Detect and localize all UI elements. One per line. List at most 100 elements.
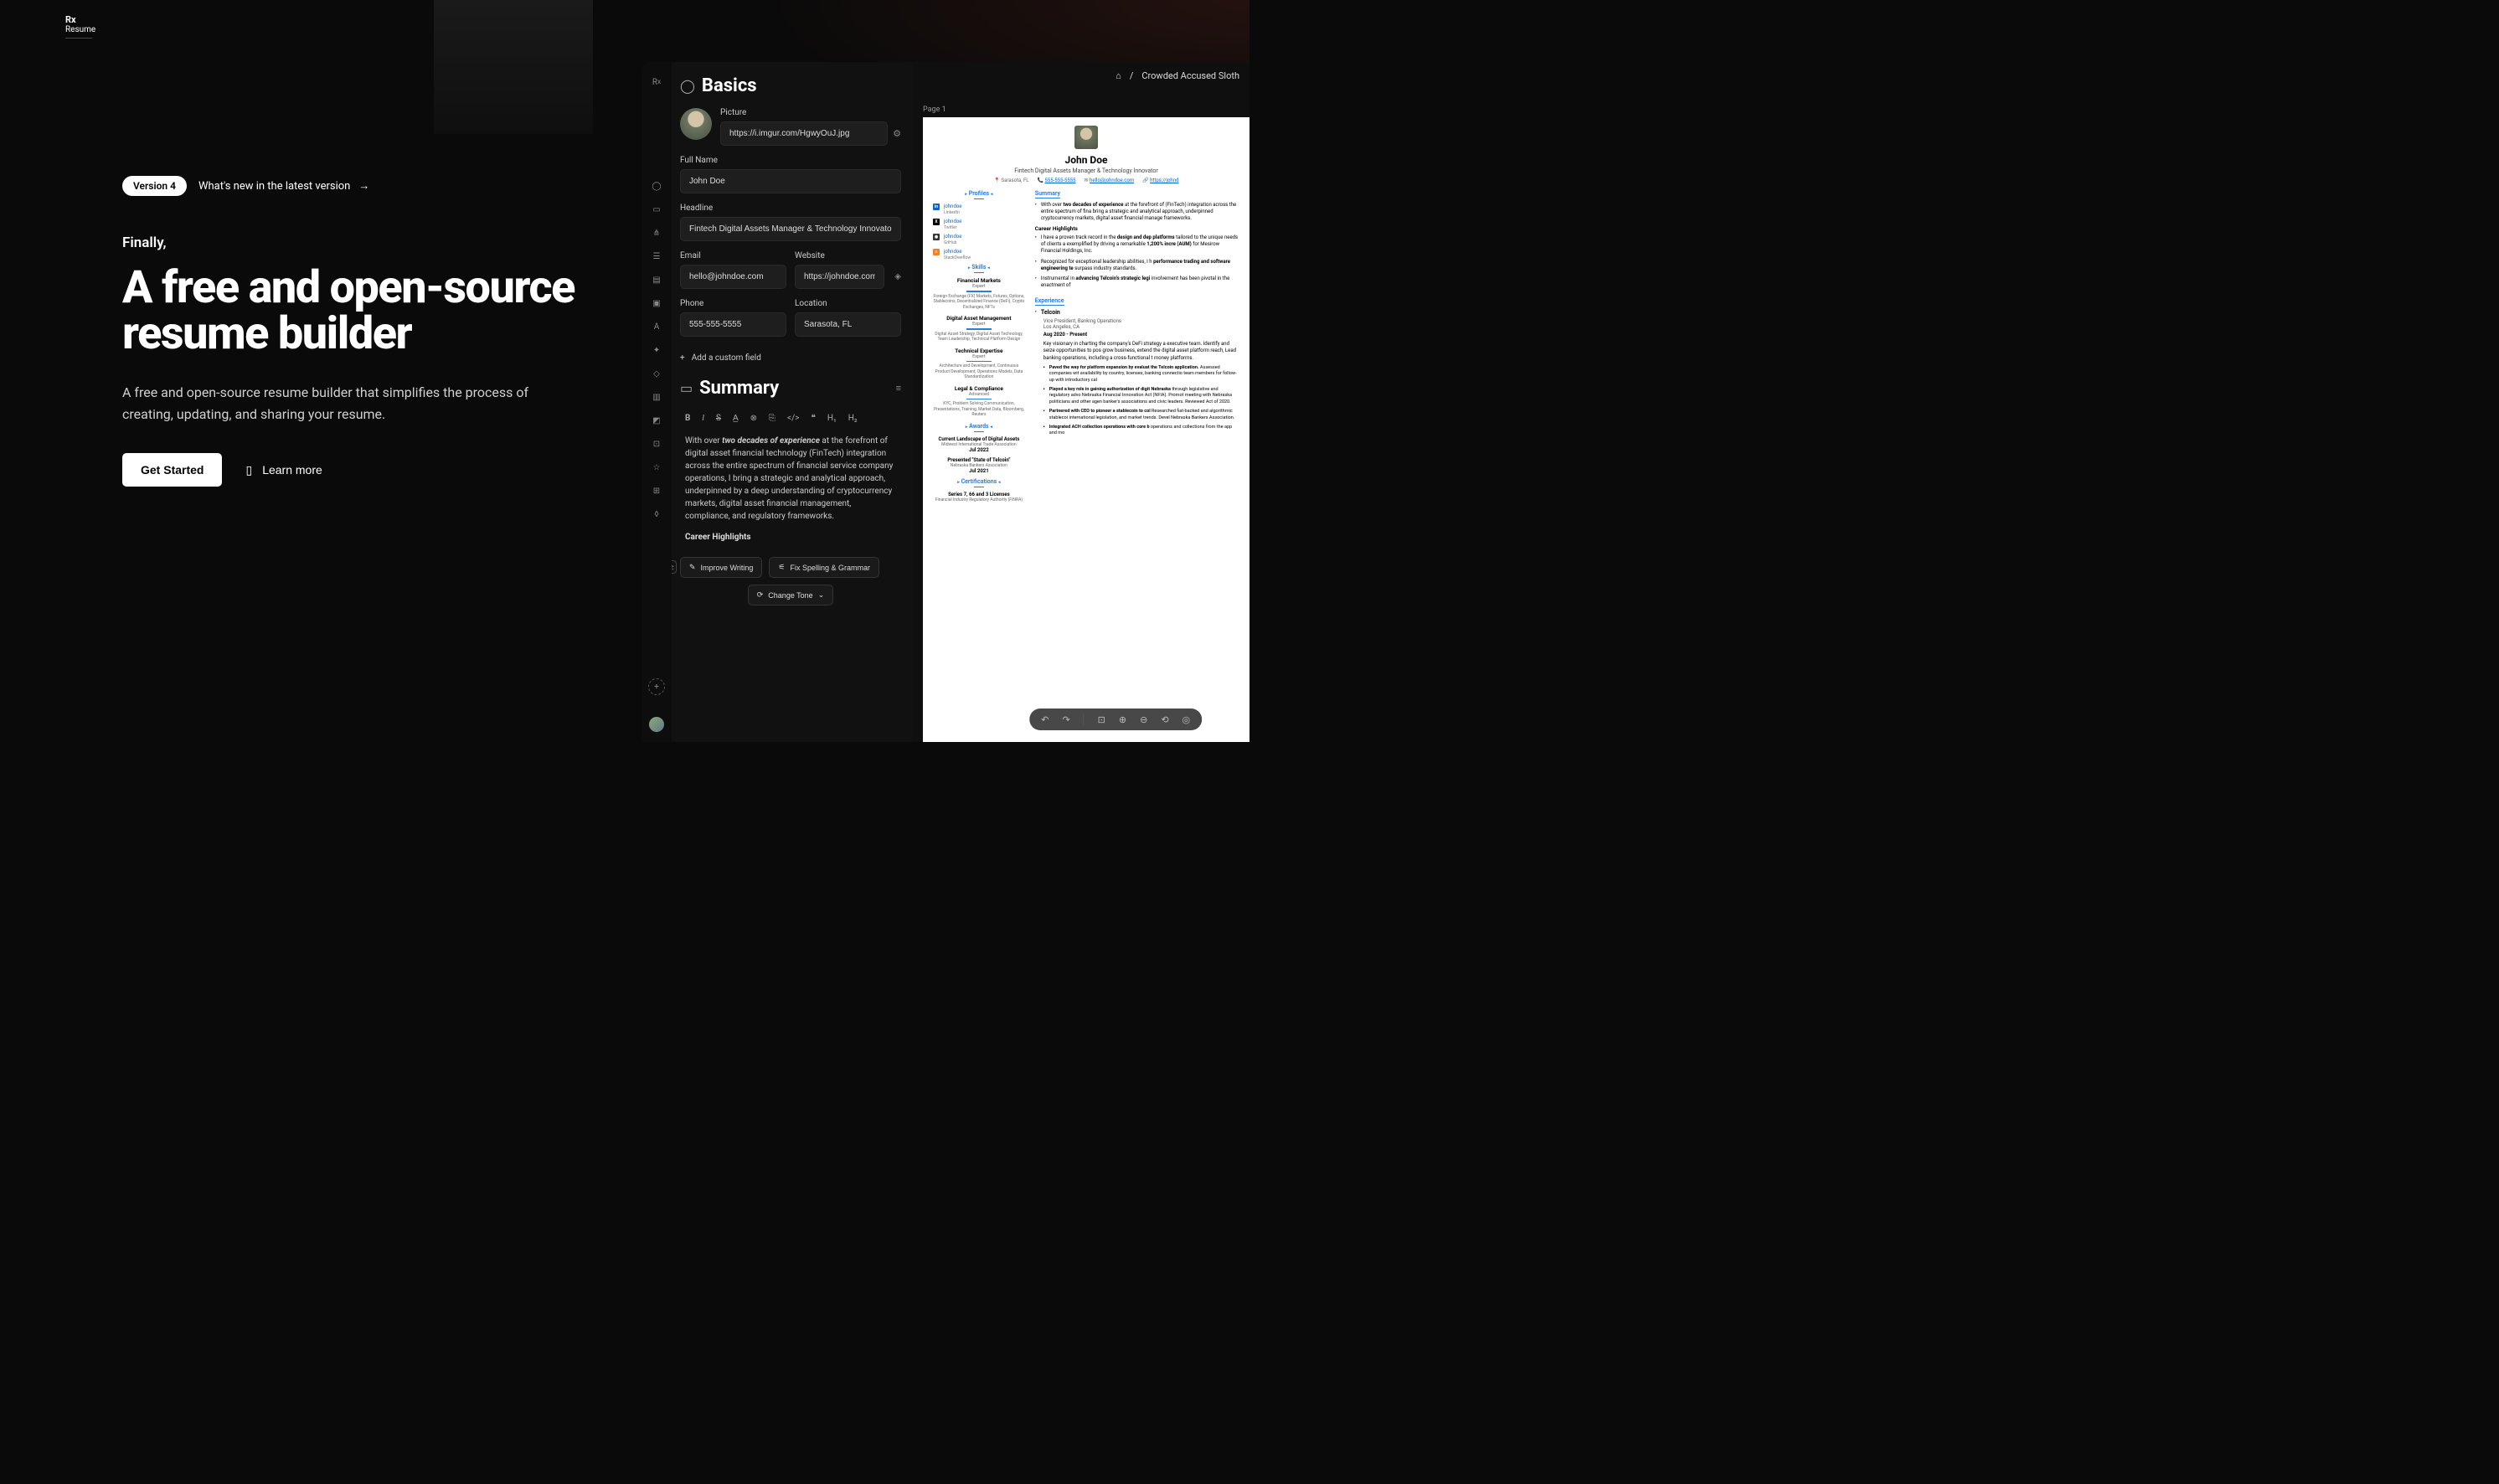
headline-label: Headline [680,204,901,213]
phone-label: Phone [680,299,786,308]
whats-new-link[interactable]: What's new in the latest version → [198,179,369,193]
job-bullet: Paved the way for platform expansion by … [1043,365,1239,384]
basics-icon[interactable]: ◯ [652,181,662,191]
preview-toolbar: ↶ ↷ ⊡ ⊕ ⊖ ⟲ ◎ [1029,709,1202,730]
hero-headline: A free and open-source resume builder [122,265,591,357]
breadcrumb-title: Crowded Accused Sloth [1141,70,1239,81]
resume-title: Fintech Digital Assets Manager & Technol… [933,167,1239,174]
code-button[interactable]: </> [787,414,799,423]
languages-icon[interactable]: A [652,322,662,332]
bold-button[interactable]: B [685,414,690,423]
reset-icon[interactable]: ⟲ [1161,714,1168,725]
link-button[interactable]: ⎘ [769,414,775,423]
tag-icon[interactable]: ◈ [894,272,901,281]
share-icon[interactable]: ⋔ [652,228,662,238]
add-section-button[interactable]: + [648,678,665,695]
job-role: Vice President, Banking Operations [1043,318,1239,324]
learn-more-button[interactable]: ▯ Learn more [245,463,322,477]
award-item: Presented "State of Telcoin" Nebraska Ba… [933,457,1025,474]
plus-icon: + [680,353,685,363]
fullname-input[interactable] [680,169,901,193]
breadcrumb[interactable]: ⌂ / Crowded Accused Sloth [1116,70,1239,81]
interests-icon[interactable]: ▥ [652,392,662,402]
arrow-right-icon: → [358,179,369,193]
fullname-label: Full Name [680,156,901,165]
summary-icon[interactable]: ▭ [652,204,662,214]
email-input[interactable] [680,265,786,289]
basics-heading: Basics [702,75,757,96]
job-bullet: Partnered with CEO to pioneer a stableco… [1043,409,1239,421]
change-tone-button[interactable]: ⟳ Change Tone ⌄ [748,585,833,605]
gear-icon[interactable]: ⚙ [893,128,901,139]
picture-input[interactable] [720,121,888,146]
zoom-fit-icon[interactable]: ⊡ [1098,714,1105,725]
home-icon[interactable]: ⌂ [1116,70,1121,81]
ai-badge: AI [672,560,677,574]
education-icon[interactable]: ▤ [652,275,662,285]
location-label: Location [795,299,901,308]
logo-icon[interactable]: Rx [652,77,662,87]
summary-heading-pv: Summary [1035,190,1060,198]
profile-item: ◉ johndoeGitHub [933,234,1025,245]
hero-section: Version 4 What's new in the latest versi… [122,176,591,487]
logo[interactable]: Rx Resume [65,15,95,39]
job-dates: Aug 2020 - Present [1043,332,1239,338]
center-icon[interactable]: ◎ [1183,714,1191,725]
redo-icon[interactable]: ↷ [1062,714,1069,725]
app-sidebar: Rx ◯ ▭ ⋔ ☰ ▤ ▣ A ✦ ◇ ▥ ◩ ⊡ ☆ ⊞ ◊ + [641,62,672,742]
add-custom-field-button[interactable]: + Add a custom field [680,353,901,363]
career-highlights-heading: Career Highlights [685,531,896,544]
hero-eyebrow: Finally, [122,234,591,251]
clear-button[interactable]: ⊗ [750,414,757,423]
volunteering-icon[interactable]: ☆ [652,462,662,472]
publications-icon[interactable]: ⊡ [652,439,662,449]
awards-icon[interactable]: ✦ [652,345,662,355]
website-label: Website [795,251,901,260]
strike-button[interactable]: S [716,414,721,423]
highlight-bullet: I have a proven track record in the desi… [1035,234,1239,255]
resume-name: John Doe [933,154,1239,166]
summary-heading: Summary [699,378,889,399]
h2-button[interactable]: H₂ [848,414,858,423]
zoom-in-icon[interactable]: ⊕ [1119,714,1126,725]
skills-heading: ▸ Skills ◂ [933,264,1025,274]
chevron-down-icon: ⌄ [818,590,825,600]
skill-item: Financial Markets Expert Foreign Exchang… [933,277,1025,310]
breadcrumb-sep: / [1130,70,1134,81]
location-input[interactable] [795,312,901,337]
projects-icon[interactable]: ◩ [652,415,662,425]
improve-writing-button[interactable]: ✎ Improve Writing [680,557,762,578]
job-desc: Key visionary in charting the company's … [1043,341,1239,361]
certification-item: Series 7, 66 and 3 Licenses Financial In… [933,492,1025,502]
avatar-preview[interactable] [680,108,712,140]
highlight-bullet: Instrumental in advancing Telcoin's stra… [1035,276,1239,289]
resume-avatar [1074,126,1098,149]
quote-button[interactable]: ❝ [811,414,815,423]
website-input[interactable] [795,265,884,289]
skill-item: Legal & Compliance Advanced KYC, Problem… [933,385,1025,418]
job-bullet: Integrated ACH collection operations wit… [1043,425,1239,437]
user-avatar-small[interactable] [649,717,664,732]
zoom-out-icon[interactable]: ⊖ [1140,714,1147,725]
certifications-icon[interactable]: ◇ [652,368,662,379]
custom-icon[interactable]: ◊ [652,509,662,519]
resume-page: John Doe Fintech Digital Assets Manager … [923,117,1250,742]
profile-item: ≡ johndoeStackOverflow [933,249,1025,260]
references-icon[interactable]: ⊞ [652,486,662,496]
menu-icon[interactable]: ≡ [896,383,901,394]
get-started-button[interactable]: Get Started [122,453,222,487]
underline-button[interactable]: A̲ [733,414,739,423]
italic-button[interactable]: I [702,414,704,423]
skill-item: Digital Asset Management Expert Digital … [933,315,1025,343]
experience-icon[interactable]: ☰ [652,251,662,261]
profile-item: in johndoeLinkedIn [933,204,1025,215]
awards-heading: ▸ Awards ◂ [933,423,1025,433]
h1-button[interactable]: H₁ [827,414,837,423]
summary-editor[interactable]: With over two decades of experience at t… [680,430,901,549]
undo-icon[interactable]: ↶ [1041,714,1049,725]
headline-input[interactable] [680,217,901,241]
skills-icon[interactable]: ▣ [652,298,662,308]
editor-toolbar: B I S A̲ ⊗ ⎘ </> ❝ H₁ H₂ [680,407,901,430]
phone-input[interactable] [680,312,786,337]
fix-spelling-button[interactable]: ⚟ Fix Spelling & Grammar [769,557,879,578]
